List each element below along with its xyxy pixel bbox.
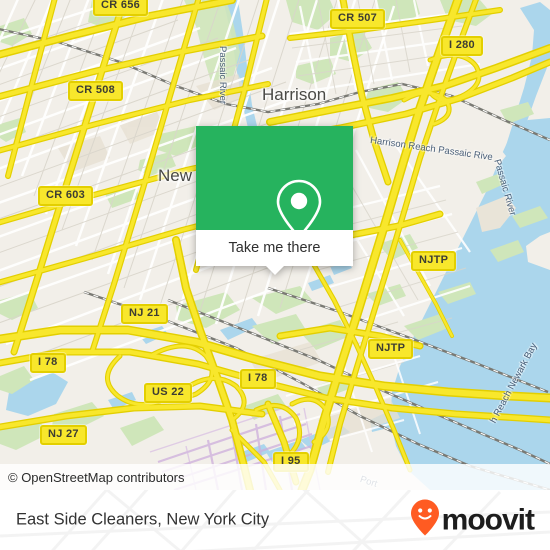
popup-tail	[265, 266, 284, 275]
road-shield: CR 508	[68, 81, 124, 101]
map-canvas[interactable]: CR 656 CR 507 I 280 CR 508 CR 603 NJTP N…	[0, 0, 550, 490]
road-shield: NJTP	[411, 251, 457, 271]
road-shield: CR 656	[93, 0, 149, 16]
road-shield: I 78	[30, 353, 66, 373]
road-shield: I 78	[240, 369, 276, 389]
place-label-newark: New	[158, 166, 193, 185]
road-shield: NJ 21	[121, 304, 168, 324]
road-shield: I 280	[441, 36, 483, 56]
moovit-logo: moovit	[410, 499, 535, 542]
take-me-there-label: Take me there	[228, 240, 321, 256]
road-shield: NJTP	[368, 339, 414, 359]
road-shield: CR 603	[38, 186, 94, 206]
place-label-harrison: Harrison	[262, 85, 327, 104]
map-attribution: © OpenStreetMap contributors	[0, 464, 550, 490]
moovit-wordmark: moovit	[441, 503, 535, 536]
road-shield: US 22	[144, 383, 193, 403]
road-shield: NJ 27	[40, 425, 87, 445]
place-popup-card[interactable]: Take me there	[196, 126, 353, 275]
moovit-map-screenshot: CR 656 CR 507 I 280 CR 508 CR 603 NJTP N…	[0, 0, 550, 550]
popup-header	[196, 126, 353, 239]
attribution-text: © OpenStreetMap contributors	[8, 469, 185, 485]
place-title: East Side Cleaners, New York City	[16, 510, 270, 529]
water-label-passaic-river-upper: Passaic River	[217, 46, 228, 105]
road-shield: CR 507	[330, 9, 386, 29]
bottom-info-bar: East Side Cleaners, New York City moovit	[0, 490, 550, 550]
moovit-smiley-pin-icon	[410, 499, 440, 542]
